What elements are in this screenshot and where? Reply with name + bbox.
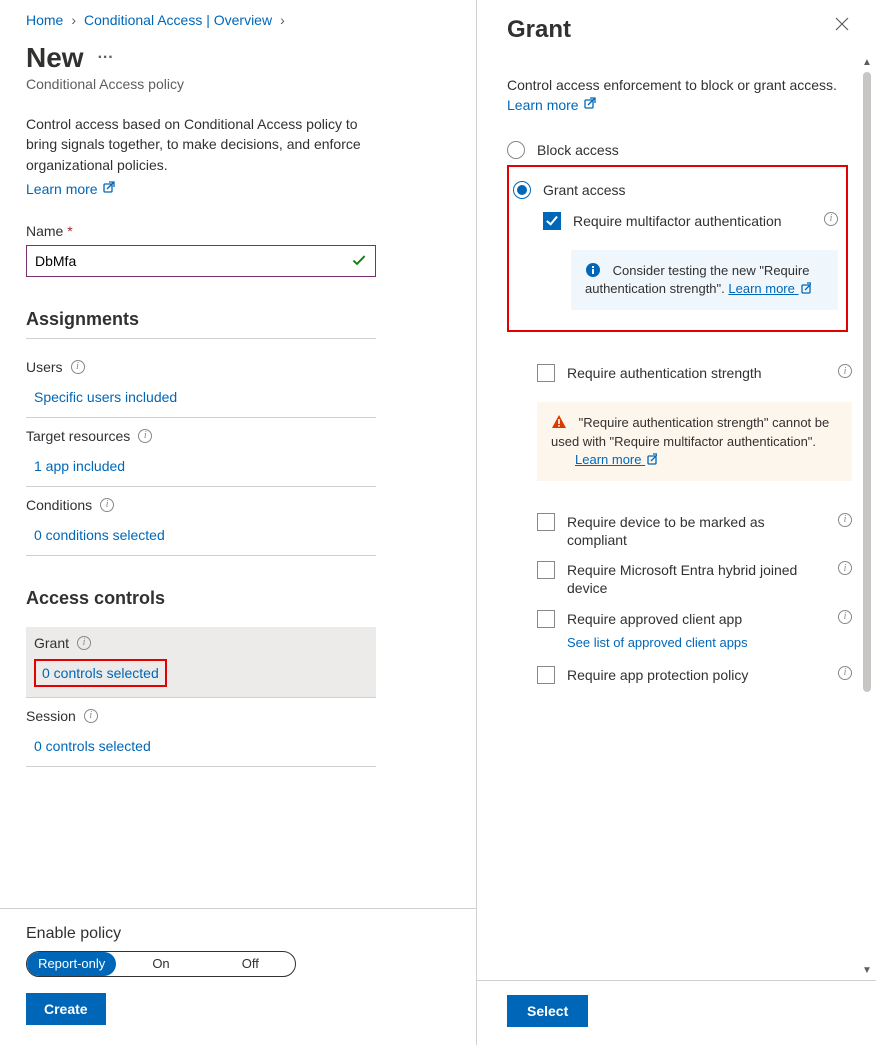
assignments-users-row[interactable]: Users i [26, 349, 476, 383]
radio-block-access[interactable]: Block access [507, 135, 852, 165]
radio-icon [507, 141, 525, 159]
toggle-report-only[interactable]: Report-only [27, 952, 116, 976]
name-label: Name * [26, 223, 376, 239]
info-icon[interactable]: i [138, 429, 152, 443]
toggle-on[interactable]: On [116, 952, 205, 976]
page-title: New ··· [26, 42, 476, 74]
name-input[interactable] [26, 245, 376, 277]
page-subtitle: Conditional Access policy [26, 76, 476, 92]
checkbox-app-protection[interactable]: Require app protection policy i [537, 660, 852, 690]
info-solid-icon [585, 262, 601, 278]
select-button[interactable]: Select [507, 995, 588, 1027]
assignments-conditions-row[interactable]: Conditions i [26, 487, 476, 521]
scroll-down-icon[interactable]: ▼ [858, 960, 876, 980]
scroll-up-icon[interactable]: ▲ [858, 52, 876, 72]
toggle-off[interactable]: Off [206, 952, 295, 976]
checkbox-approved-client-app[interactable]: Require approved client app i [537, 604, 852, 634]
panel-learn-more-link[interactable]: Learn more [507, 97, 596, 113]
info-icon[interactable]: i [84, 709, 98, 723]
info-icon[interactable]: i [838, 364, 852, 378]
panel-title: Grant [507, 16, 571, 44]
checkbox-device-compliant[interactable]: Require device to be marked as compliant… [537, 507, 852, 555]
create-button[interactable]: Create [26, 993, 106, 1025]
radio-grant-access[interactable]: Grant access [513, 175, 838, 205]
info-learn-more-link[interactable]: Learn more [728, 281, 810, 296]
checkbox-hybrid-joined[interactable]: Require Microsoft Entra hybrid joined de… [537, 555, 852, 603]
checkbox-icon [537, 610, 555, 628]
assignments-heading: Assignments [26, 309, 376, 339]
chevron-right-icon: › [71, 12, 76, 28]
highlight-box: 0 controls selected [34, 659, 167, 687]
left-footer: Enable policy Report-only On Off Create [0, 908, 476, 1045]
info-icon[interactable]: i [838, 561, 852, 575]
assignments-targets-row[interactable]: Target resources i [26, 418, 476, 452]
info-icon[interactable]: i [100, 498, 114, 512]
approved-apps-link[interactable]: See list of approved client apps [567, 635, 748, 650]
scrollbar[interactable]: ▲ ▼ [858, 52, 876, 980]
external-link-icon [101, 181, 115, 195]
info-icon[interactable]: i [71, 360, 85, 374]
intro-text: Control access based on Conditional Acce… [26, 114, 376, 175]
info-icon[interactable]: i [77, 636, 91, 650]
external-link-icon [582, 97, 596, 111]
warning-message: "Require authentication strength" cannot… [537, 402, 852, 481]
panel-blurb: Control access enforcement to block or g… [507, 76, 852, 115]
warn-learn-more-link[interactable]: Learn more [575, 452, 657, 467]
info-icon[interactable]: i [838, 610, 852, 624]
info-icon[interactable]: i [838, 666, 852, 680]
highlight-box: Grant access Require multifactor authent… [507, 165, 848, 332]
checkbox-icon [537, 666, 555, 684]
access-controls-heading: Access controls [26, 588, 376, 617]
checkbox-icon [543, 212, 561, 230]
warning-icon [551, 414, 567, 430]
check-icon [350, 251, 368, 272]
crumb-home[interactable]: Home [26, 12, 63, 28]
grant-panel: Grant Control access enforcement to bloc… [476, 0, 876, 1045]
assignments-users-value[interactable]: Specific users included [26, 383, 177, 417]
checkbox-require-mfa[interactable]: Require multifactor authentication i [543, 206, 838, 236]
chevron-right-icon: › [280, 12, 285, 28]
info-icon[interactable]: i [838, 513, 852, 527]
external-link-icon [645, 453, 657, 465]
info-message: Consider testing the new "Require authen… [571, 250, 838, 310]
checkbox-auth-strength[interactable]: Require authentication strength i [537, 358, 852, 388]
enable-policy-toggle[interactable]: Report-only On Off [26, 951, 296, 977]
assignments-conditions-value[interactable]: 0 conditions selected [26, 521, 165, 555]
access-grant-box[interactable]: Grant i 0 controls selected [26, 627, 376, 697]
access-session-value[interactable]: 0 controls selected [26, 732, 151, 766]
checkbox-icon [537, 364, 555, 382]
external-link-icon [799, 282, 811, 294]
breadcrumb: Home › Conditional Access | Overview › [26, 12, 476, 28]
close-icon[interactable] [834, 16, 850, 35]
crumb-overview[interactable]: Conditional Access | Overview [84, 12, 272, 28]
assignments-targets-value[interactable]: 1 app included [26, 452, 125, 486]
info-icon[interactable]: i [824, 212, 838, 226]
scroll-thumb[interactable] [863, 72, 871, 692]
enable-policy-label: Enable policy [26, 925, 450, 943]
intro-learn-more-link[interactable]: Learn more [26, 181, 115, 197]
radio-icon [513, 181, 531, 199]
access-grant-value[interactable]: 0 controls selected [42, 665, 159, 681]
checkbox-icon [537, 561, 555, 579]
access-session-row[interactable]: Session i [26, 698, 476, 732]
more-dots-icon[interactable]: ··· [98, 49, 114, 67]
checkbox-icon [537, 513, 555, 531]
